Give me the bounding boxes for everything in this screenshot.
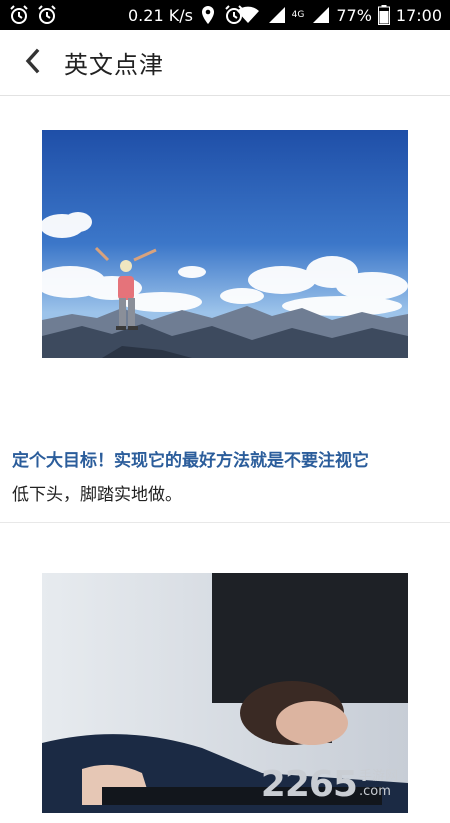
back-arrow-icon: [23, 48, 41, 78]
alarm-icon: [8, 4, 30, 26]
article-card-2[interactable]: 2265 手游网 .com: [0, 523, 450, 823]
status-bar: 0.21 K/s 4G 77% 17:00: [0, 0, 450, 30]
network-type-badge: 4G: [291, 9, 305, 20]
alarm-icon-2: [36, 4, 58, 26]
article-headline[interactable]: 定个大目标！实现它的最好方法就是不要注视它: [12, 446, 369, 471]
alarm-status-icon: [223, 4, 245, 26]
clock: 17:00: [395, 5, 442, 25]
network-speed: 0.21 K/s: [128, 5, 193, 25]
article-list: 定个大目标！实现它的最好方法就是不要注视它 低下头，脚踏实地做。 2265 手游…: [0, 96, 450, 823]
site-watermark: 2265 手游网 .com: [260, 764, 398, 805]
location-icon: [201, 5, 215, 25]
battery-icon: [377, 5, 390, 25]
page-title: 英文点津: [64, 51, 164, 79]
battery-percent: 77%: [336, 5, 372, 25]
article-image-2[interactable]: 2265 手游网 .com: [42, 573, 408, 813]
back-button[interactable]: [0, 30, 64, 96]
signal-icon-2: [310, 6, 330, 24]
app-bar: 英文点津: [0, 30, 450, 96]
signal-icon: [266, 6, 286, 24]
article-image[interactable]: [42, 130, 408, 358]
article-card[interactable]: 定个大目标！实现它的最好方法就是不要注视它 低下头，脚踏实地做。: [0, 96, 450, 523]
article-summary: 低下头，脚踏实地做。: [12, 485, 182, 505]
